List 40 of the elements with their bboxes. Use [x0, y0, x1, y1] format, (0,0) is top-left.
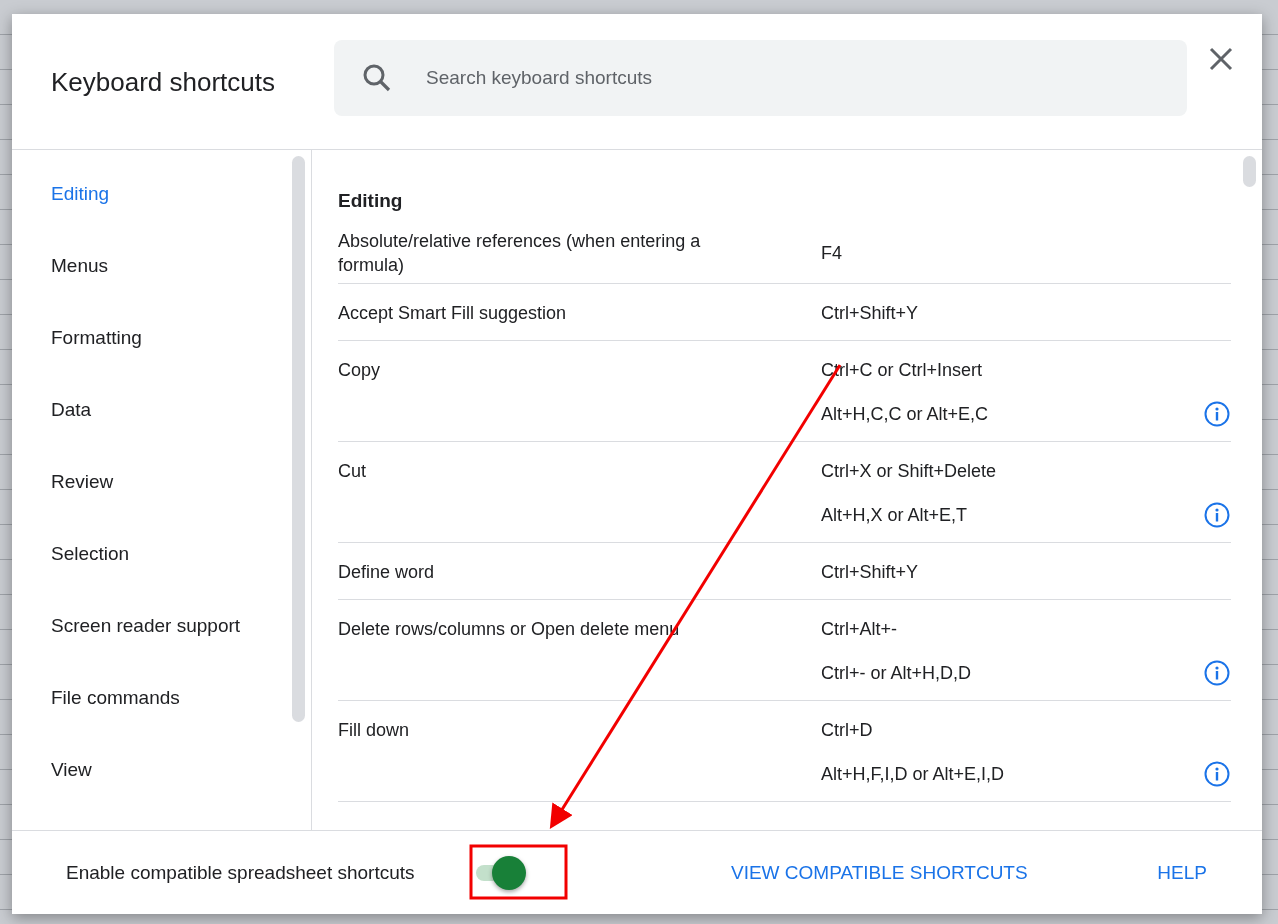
- sidebar-item[interactable]: Screen reader support: [51, 614, 311, 686]
- shortcut-action: Fill down: [338, 719, 411, 742]
- dialog-title: Keyboard shortcuts: [51, 66, 276, 98]
- key-combination: Alt+H,X or Alt+E,T: [821, 504, 968, 526]
- sidebar-item[interactable]: Editing: [51, 182, 311, 254]
- key-combination: Ctrl+- or Alt+H,D,D: [821, 662, 972, 684]
- close-icon: [1208, 46, 1234, 72]
- sidebar-item[interactable]: File commands: [51, 686, 311, 758]
- sidebar-item[interactable]: Data: [51, 398, 311, 470]
- key-combination: Alt+H,C,C or Alt+E,C: [821, 403, 989, 425]
- shortcut-action: Copy: [338, 359, 382, 382]
- search-field[interactable]: Search keyboard shortcuts: [334, 40, 1187, 116]
- close-button[interactable]: [1208, 46, 1234, 72]
- sidebar-item[interactable]: Selection: [51, 542, 311, 614]
- shortcut-action: Define word: [338, 561, 436, 584]
- footer-link[interactable]: VIEW COMPATIBLE SHORTCUTS: [731, 861, 1028, 884]
- sidebar-item[interactable]: Review: [51, 470, 311, 542]
- shortcut-action: Cut: [338, 460, 367, 483]
- key-combination: Alt+H,F,I,D or Alt+E,I,D: [821, 763, 1005, 785]
- search-icon: [362, 63, 392, 93]
- scrollbar-thumb[interactable]: [292, 156, 305, 722]
- key-combination: Ctrl+Shift+Y: [821, 561, 919, 583]
- key-combination: Ctrl+X or Shift+Delete: [821, 460, 997, 482]
- key-combination: Ctrl+Shift+Y: [821, 302, 919, 324]
- info-icon[interactable]: [1204, 502, 1230, 528]
- sidebar-item[interactable]: Formatting: [51, 326, 311, 398]
- shortcut-action: Absolute/relative references (when entering a formula): [338, 230, 702, 277]
- section-heading: Editing: [338, 190, 404, 212]
- shortcut-action: Accept Smart Fill suggestion: [338, 302, 568, 325]
- toggle-label: Enable compatible spreadsheet shortcuts: [66, 861, 416, 884]
- key-combination: Ctrl+Alt+-: [821, 618, 898, 640]
- sidebar-item[interactable]: Menus: [51, 254, 311, 326]
- footer-link[interactable]: HELP: [1157, 861, 1207, 884]
- key-combination: F4: [821, 242, 842, 264]
- info-icon[interactable]: [1204, 761, 1230, 787]
- sidebar-item[interactable]: View: [51, 758, 311, 830]
- key-combination: Ctrl+D: [821, 719, 873, 741]
- scrollbar-thumb[interactable]: [1243, 156, 1256, 187]
- info-icon[interactable]: [1204, 401, 1230, 427]
- info-icon[interactable]: [1204, 660, 1230, 686]
